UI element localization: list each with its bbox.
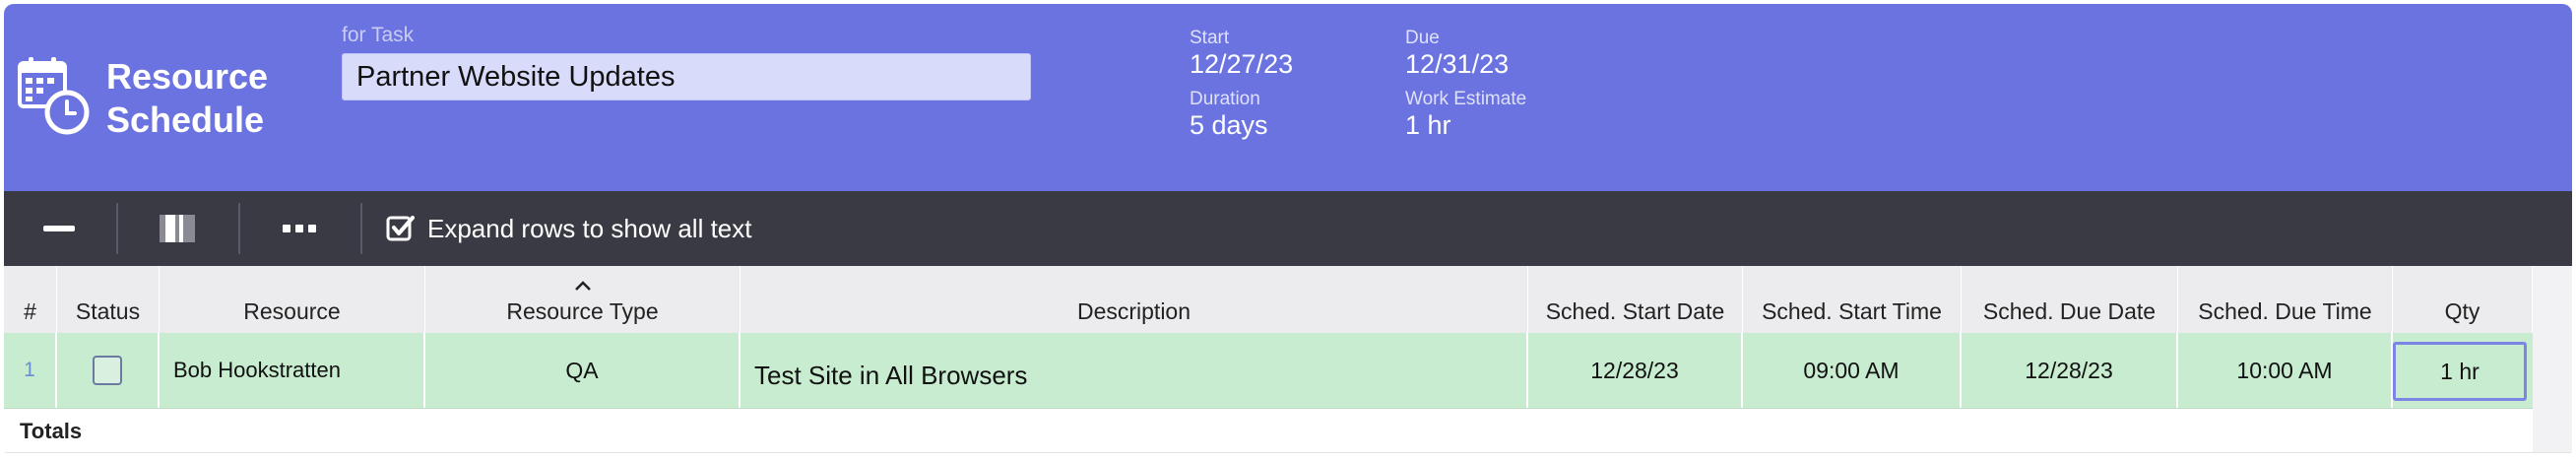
toolbar: Expand rows to show all text [4, 191, 2572, 266]
toolbar-divider [360, 203, 362, 254]
column-header-status[interactable]: Status [57, 266, 160, 333]
column-header-number[interactable]: # [4, 266, 57, 333]
status-checkbox[interactable] [93, 356, 122, 385]
description-cell[interactable]: Test Site in All Browsers [741, 333, 1528, 408]
sched-start-time-cell[interactable]: 09:00 AM [1743, 333, 1962, 408]
expand-rows-checkbox[interactable]: Expand rows to show all text [386, 210, 752, 247]
start-value: 12/27/23 [1190, 49, 1294, 79]
vertical-scrollbar[interactable] [2533, 266, 2572, 452]
app-title-line1: Resource [106, 56, 269, 97]
table-header: # Status Resource Resource Type Descript… [4, 266, 2572, 334]
header-panel: Resource Schedule for Task Partner Websi… [4, 4, 2572, 191]
collapse-button[interactable] [18, 191, 100, 266]
task-name-field[interactable]: Partner Website Updates [342, 53, 1031, 100]
checkbox-checked-icon [386, 216, 415, 241]
totals-label: Totals [20, 419, 83, 443]
column-header-sched-due-time[interactable]: Sched. Due Time [2178, 266, 2393, 333]
more-options-button[interactable] [258, 191, 341, 266]
sched-due-time-cell[interactable]: 10:00 AM [2178, 333, 2393, 408]
column-header-resource[interactable]: Resource [160, 266, 425, 333]
column-header-sched-start-date[interactable]: Sched. Start Date [1528, 266, 1743, 333]
duration-value: 5 days [1190, 110, 1268, 140]
toolbar-divider [116, 203, 118, 254]
app-title-line2: Schedule [106, 99, 265, 140]
column-header-sched-start-time[interactable]: Sched. Start Time [1743, 266, 1962, 333]
more-dots-icon [283, 225, 316, 232]
due-label: Due [1405, 28, 1440, 48]
toolbar-divider [238, 203, 240, 254]
column-toggle-icon [160, 215, 195, 242]
work-estimate-value: 1 hr [1405, 110, 1451, 140]
table-row[interactable]: 1 Bob Hookstratten QA Test Site in All B… [4, 333, 2572, 409]
column-header-resource-type[interactable]: Resource Type [425, 266, 741, 333]
row-number-cell: 1 [4, 333, 57, 408]
row-number: 1 [24, 359, 35, 381]
sched-due-date-cell[interactable]: 12/28/23 [1962, 333, 2178, 408]
work-estimate-label: Work Estimate [1405, 89, 1527, 109]
calendar-clock-icon [16, 55, 100, 140]
column-header-description[interactable]: Description [741, 266, 1528, 333]
sched-start-date-cell[interactable]: 12/28/23 [1528, 333, 1743, 408]
minus-icon [43, 226, 75, 231]
qty-input[interactable]: 1 hr [2393, 342, 2527, 401]
column-header-sched-due-date[interactable]: Sched. Due Date [1962, 266, 2178, 333]
due-value: 12/31/23 [1405, 49, 1510, 79]
duration-label: Duration [1190, 89, 1260, 109]
resource-type-cell[interactable]: QA [425, 333, 741, 408]
columns-button[interactable] [136, 191, 219, 266]
status-cell [57, 333, 160, 408]
resource-schedule-window: Resource Schedule for Task Partner Websi… [4, 4, 2572, 459]
chevron-up-icon [425, 270, 740, 296]
column-header-qty[interactable]: Qty [2393, 266, 2533, 333]
start-label: Start [1190, 28, 1230, 48]
expand-rows-label: Expand rows to show all text [427, 213, 752, 243]
for-task-label: for Task [342, 24, 415, 46]
totals-row: Totals [4, 409, 2572, 453]
resource-cell[interactable]: Bob Hookstratten [160, 333, 425, 408]
app-title: Resource Schedule [106, 55, 303, 142]
